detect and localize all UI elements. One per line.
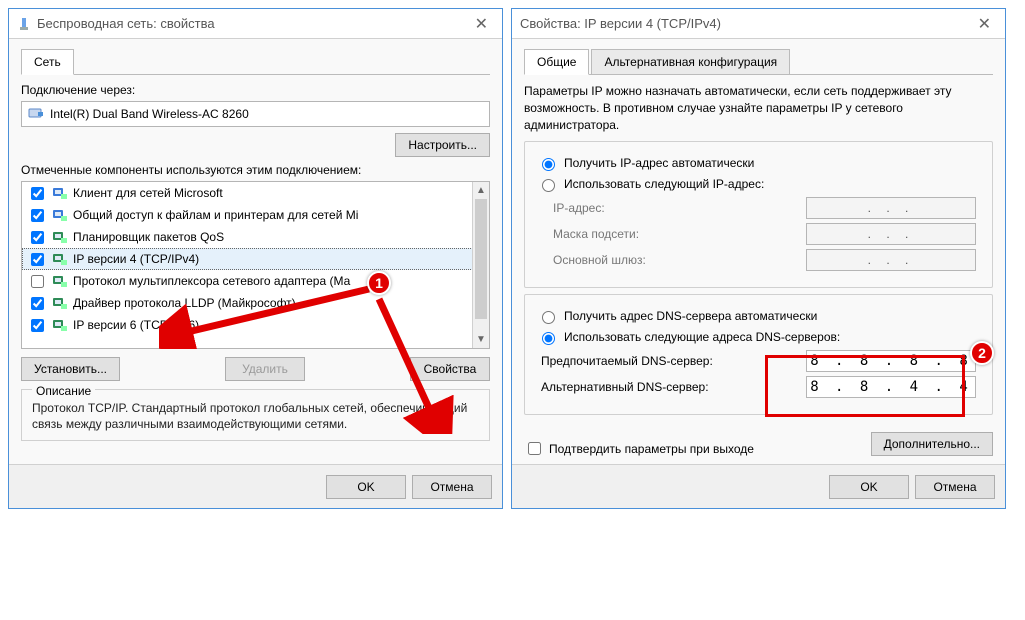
dialog-footer: OK Отмена [9, 464, 502, 508]
validate-checkbox[interactable]: Подтвердить параметры при выходе [524, 439, 754, 458]
list-item[interactable]: Планировщик пакетов QoS [22, 226, 489, 248]
components-list: Клиент для сетей Microsoft Общий доступ к… [21, 181, 490, 349]
remove-button: Удалить [225, 357, 305, 381]
protocol-icon [52, 229, 68, 245]
dialog-footer: OK Отмена [512, 464, 1005, 508]
dns-pref-label: Предпочитаемый DNS-сервер: [541, 354, 713, 368]
scroll-up-icon[interactable]: ▲ [473, 182, 489, 199]
checkbox[interactable] [528, 442, 541, 455]
radio[interactable] [542, 158, 555, 171]
adapter-name: Intel(R) Dual Band Wireless-AC 8260 [50, 107, 249, 121]
protocol-icon [52, 251, 68, 267]
list-item-label: IP версии 4 (TCP/IPv4) [73, 252, 199, 266]
network-card-icon [28, 106, 44, 123]
content-area: Общие Альтернативная конфигурация Параме… [512, 39, 1005, 464]
ip-auto-radio[interactable]: Получить IP-адрес автоматически [537, 155, 980, 171]
list-item-label: Планировщик пакетов QoS [73, 230, 224, 244]
protocol-icon [52, 207, 68, 223]
ok-button[interactable]: OK [829, 475, 909, 499]
ok-button[interactable]: OK [326, 475, 406, 499]
radio[interactable] [542, 311, 555, 324]
dns-group: Получить адрес DNS-сервера автоматически… [524, 294, 993, 415]
list-item-label: Клиент для сетей Microsoft [73, 186, 223, 200]
validate-label: Подтвердить параметры при выходе [549, 442, 754, 456]
protocol-icon [52, 295, 68, 311]
gateway-field: . . . [806, 249, 976, 271]
annotation-badge-1: 1 [367, 271, 391, 295]
checkbox[interactable] [31, 319, 44, 332]
dns-alt-label: Альтернативный DNS-сервер: [541, 380, 709, 394]
list-item[interactable]: Общий доступ к файлам и принтерам для се… [22, 204, 489, 226]
ip-manual-radio[interactable]: Использовать следующий IP-адрес: [537, 176, 980, 192]
titlebar: Беспроводная сеть: свойства ✕ [9, 9, 502, 39]
tabstrip: Общие Альтернативная конфигурация [524, 49, 993, 75]
list-item[interactable]: IP версии 6 (TCP/IPv6) [22, 314, 489, 336]
window-title: Свойства: IP версии 4 (TCP/IPv4) [520, 16, 972, 31]
tab-network[interactable]: Сеть [21, 49, 74, 75]
protocol-icon [52, 317, 68, 333]
list-item[interactable]: Драйвер протокола LLDP (Майкрософт) [22, 292, 489, 314]
checkbox[interactable] [31, 209, 44, 222]
components-label: Отмеченные компоненты используются этим … [21, 163, 490, 177]
advanced-button[interactable]: Дополнительно... [871, 432, 993, 456]
content-area: Сеть Подключение через: Intel(R) Dual Ba… [9, 39, 502, 464]
gateway-label: Основной шлюз: [553, 253, 646, 267]
radio[interactable] [542, 179, 555, 192]
tab-alternate[interactable]: Альтернативная конфигурация [591, 49, 790, 74]
ip-manual-label: Использовать следующий IP-адрес: [564, 177, 764, 191]
adapter-field[interactable]: Intel(R) Dual Band Wireless-AC 8260 [21, 101, 490, 127]
titlebar: Свойства: IP версии 4 (TCP/IPv4) ✕ [512, 9, 1005, 39]
properties-button[interactable]: Свойства [410, 357, 490, 381]
cancel-button[interactable]: Отмена [412, 475, 492, 499]
ipv4-properties-window: Свойства: IP версии 4 (TCP/IPv4) ✕ Общие… [511, 8, 1006, 509]
dns-manual-label: Использовать следующие адреса DNS-сервер… [564, 330, 840, 344]
ip-addr-label: IP-адрес: [553, 201, 605, 215]
checkbox[interactable] [31, 297, 44, 310]
close-icon[interactable]: ✕ [469, 14, 494, 34]
wireless-properties-window: Беспроводная сеть: свойства ✕ Сеть Подкл… [8, 8, 503, 509]
install-button[interactable]: Установить... [21, 357, 120, 381]
checkbox[interactable] [31, 253, 44, 266]
scrollbar[interactable]: ▲ ▼ [472, 182, 489, 348]
radio[interactable] [542, 332, 555, 345]
list-item[interactable]: Клиент для сетей Microsoft [22, 182, 489, 204]
dns-auto-radio[interactable]: Получить адрес DNS-сервера автоматически [537, 308, 980, 324]
scroll-down-icon[interactable]: ▼ [473, 331, 489, 348]
adapter-icon [17, 17, 31, 31]
list-item-label: Общий доступ к файлам и принтерам для се… [73, 208, 358, 222]
description-legend: Описание [32, 384, 95, 398]
ip-group: Получить IP-адрес автоматически Использо… [524, 141, 993, 288]
annotation-highlight [765, 355, 965, 417]
list-item-label: Драйвер протокола LLDP (Майкрософт) [73, 296, 296, 310]
mask-field: . . . [806, 223, 976, 245]
mask-label: Маска подсети: [553, 227, 639, 241]
connect-via-label: Подключение через: [21, 83, 490, 97]
window-title: Беспроводная сеть: свойства [37, 16, 469, 31]
checkbox[interactable] [31, 187, 44, 200]
list-item[interactable]: Протокол мультиплексора сетевого адаптер… [22, 270, 489, 292]
scroll-thumb[interactable] [475, 199, 487, 319]
annotation-badge-2: 2 [970, 341, 994, 365]
list-item-label: Протокол мультиплексора сетевого адаптер… [73, 274, 350, 288]
checkbox[interactable] [31, 231, 44, 244]
protocol-icon [52, 273, 68, 289]
list-item[interactable]: IP версии 4 (TCP/IPv4) [22, 248, 489, 270]
tab-general[interactable]: Общие [524, 49, 589, 75]
description-text: Протокол TCP/IP. Стандартный протокол гл… [32, 400, 479, 432]
cancel-button[interactable]: Отмена [915, 475, 995, 499]
configure-button[interactable]: Настроить... [395, 133, 490, 157]
tabstrip: Сеть [21, 49, 490, 75]
description-group: Описание Протокол TCP/IP. Стандартный пр… [21, 389, 490, 441]
ip-auto-label: Получить IP-адрес автоматически [564, 156, 754, 170]
dns-auto-label: Получить адрес DNS-сервера автоматически [564, 309, 817, 323]
info-paragraph: Параметры IP можно назначать автоматичес… [524, 83, 993, 133]
dns-manual-radio[interactable]: Использовать следующие адреса DNS-сервер… [537, 329, 980, 345]
protocol-icon [52, 185, 68, 201]
ip-addr-field: . . . [806, 197, 976, 219]
close-icon[interactable]: ✕ [972, 14, 997, 34]
list-item-label: IP версии 6 (TCP/IPv6) [73, 318, 199, 332]
checkbox[interactable] [31, 275, 44, 288]
